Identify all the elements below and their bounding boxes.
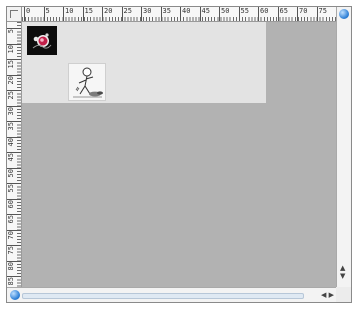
- ruler-major-tick: [258, 7, 259, 21]
- ruler-origin-corner[interactable]: [7, 7, 22, 22]
- ruler-major-tick: [24, 7, 25, 21]
- vertical-scrollbar[interactable]: ▲ ▼: [336, 7, 351, 288]
- ruler-major-tick: [102, 7, 103, 21]
- document-page[interactable]: [22, 22, 266, 103]
- ruler-label: 10: [7, 44, 15, 53]
- ruler-major-tick: [199, 7, 201, 21]
- flower-illustration: [27, 26, 57, 55]
- ruler-label: 10: [65, 7, 74, 15]
- ruler-major-tick: [316, 7, 318, 21]
- vertical-ruler[interactable]: 5 10 15 20 25 30 35 40 45 50 55 60 65 70 75 80 85: [7, 22, 22, 288]
- ruler-label: 25: [7, 91, 15, 100]
- ruler-label: 65: [279, 7, 288, 15]
- ruler-label: 15: [84, 7, 93, 15]
- ruler-label: 45: [201, 7, 210, 15]
- ruler-label: 65: [7, 215, 15, 224]
- ruler-label: 60: [260, 7, 269, 15]
- ruler-label: 80: [7, 261, 15, 270]
- ruler-major-tick: [238, 7, 240, 21]
- ruler-label: 15: [7, 60, 15, 69]
- ruler-major-tick: [219, 7, 220, 21]
- ruler-label: 5: [7, 29, 15, 34]
- image-thumbnail-light[interactable]: [68, 63, 106, 101]
- ruler-label: 30: [143, 7, 152, 15]
- ruler-major-tick: [63, 7, 64, 21]
- ruler-label: 5: [45, 7, 50, 15]
- ruler-label: 40: [7, 137, 15, 146]
- ruler-label: 20: [104, 7, 113, 15]
- ruler-label: 35: [7, 122, 15, 131]
- horizontal-scrollbar[interactable]: ◀ ▶: [7, 287, 338, 302]
- scroll-up-knob[interactable]: [339, 9, 349, 19]
- ruler-major-tick: [180, 7, 181, 21]
- ruler-label: 20: [7, 75, 15, 84]
- ruler-label: 60: [7, 199, 15, 208]
- pasteboard-canvas[interactable]: [22, 22, 338, 288]
- ruler-label: 55: [7, 184, 15, 193]
- ruler-major-tick: [277, 7, 279, 21]
- ruler-label: 55: [240, 7, 249, 15]
- ruler-major-tick: [141, 7, 142, 21]
- horizontal-scroll-track[interactable]: [22, 293, 304, 299]
- window-corner: [336, 287, 351, 302]
- horizontal-ruler[interactable]: 0 5 10 15 20 25 30 35 40 45 50 55 60 65 70 75: [22, 7, 338, 22]
- ruler-label: 50: [7, 168, 15, 177]
- horizontal-scroll-arrows-icon[interactable]: ◀ ▶: [321, 291, 334, 299]
- ruler-label: 70: [299, 7, 308, 15]
- scroll-down-arrow-icon[interactable]: ▼: [340, 273, 345, 280]
- ruler-label: 75: [7, 246, 15, 255]
- scroll-left-knob[interactable]: [10, 290, 20, 300]
- ruler-label: 70: [7, 230, 15, 239]
- ruler-label: 45: [7, 153, 15, 162]
- ruler-label: 0: [26, 7, 31, 15]
- sketch-illustration: [69, 64, 105, 100]
- ruler-major-tick: [297, 7, 298, 21]
- ruler-major-tick: [160, 7, 162, 21]
- ruler-label: 75: [318, 7, 327, 15]
- ruler-label: 85: [7, 277, 15, 286]
- scroll-up-arrow-icon[interactable]: ▲: [340, 265, 345, 272]
- ruler-major-tick: [82, 7, 84, 21]
- ruler-label: 40: [182, 7, 191, 15]
- ruler-major-tick: [43, 7, 45, 21]
- ruler-label: 25: [123, 7, 132, 15]
- ruler-label: 50: [221, 7, 230, 15]
- ruler-label: 30: [7, 106, 15, 115]
- image-thumbnail-dark[interactable]: [27, 26, 57, 55]
- ruler-major-tick: [121, 7, 123, 21]
- document-window: 0 5 10 15 20 25 30 35 40 45 50 55 60 65 70 75 5 10 15 20 25…: [6, 6, 352, 303]
- ruler-label: 35: [162, 7, 171, 15]
